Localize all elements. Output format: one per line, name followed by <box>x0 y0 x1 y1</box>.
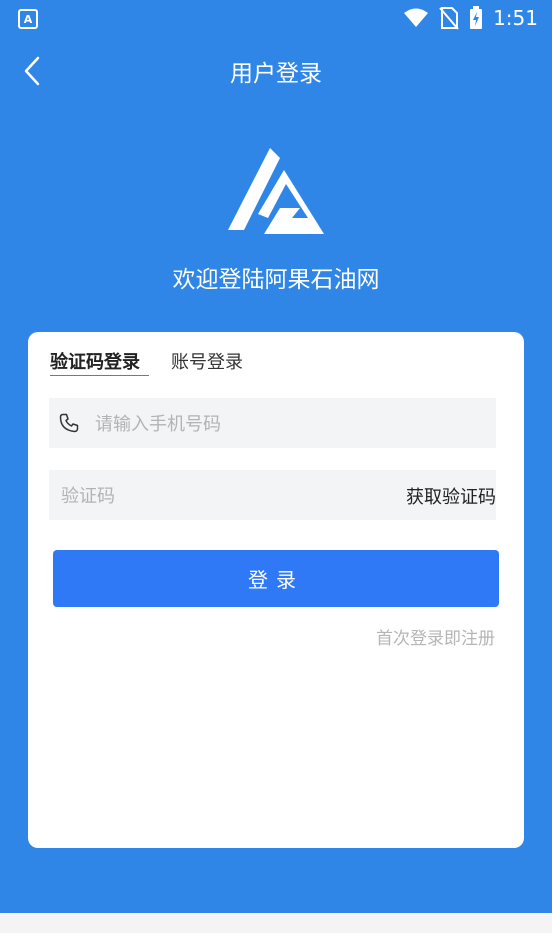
status-bar: A 1:51 <box>0 0 552 38</box>
register-hint: 首次登录即注册 <box>376 629 495 649</box>
app-screen: A 1:51 用户登录 欢迎登陆阿果石油网 验证码登录 账号登录 请输入手机号码… <box>0 0 552 913</box>
phone-field <box>49 398 496 450</box>
status-icons: 1:51 <box>403 6 538 30</box>
battery-charging-icon <box>470 6 483 29</box>
brand-logo-icon <box>228 148 324 234</box>
phone-icon <box>59 413 79 433</box>
login-button[interactable]: 登录 <box>53 550 499 607</box>
phone-input[interactable] <box>93 398 487 450</box>
tab-sms-code-login[interactable]: 验证码登录 <box>50 348 140 374</box>
welcome-text: 欢迎登陆阿果石油网 <box>172 267 380 293</box>
bottom-strip <box>0 913 552 933</box>
navigation-header: 用户登录 <box>0 40 552 102</box>
no-sim-icon <box>439 7 459 30</box>
app-badge-letter: A <box>23 12 33 26</box>
get-code-button[interactable]: 获取验证码 <box>406 483 496 509</box>
page-title: 用户登录 <box>230 61 322 87</box>
tab-account-login[interactable]: 账号登录 <box>171 348 243 374</box>
login-card: 验证码登录 账号登录 获取验证码 登录 首次登录即注册 <box>28 332 524 848</box>
verification-code-field: 获取验证码 <box>49 470 496 522</box>
verification-code-input[interactable] <box>59 470 363 522</box>
active-tab-underline <box>50 375 149 376</box>
clock: 1:51 <box>493 6 538 30</box>
app-notification-icon: A <box>18 9 38 29</box>
wifi-icon <box>404 8 429 27</box>
